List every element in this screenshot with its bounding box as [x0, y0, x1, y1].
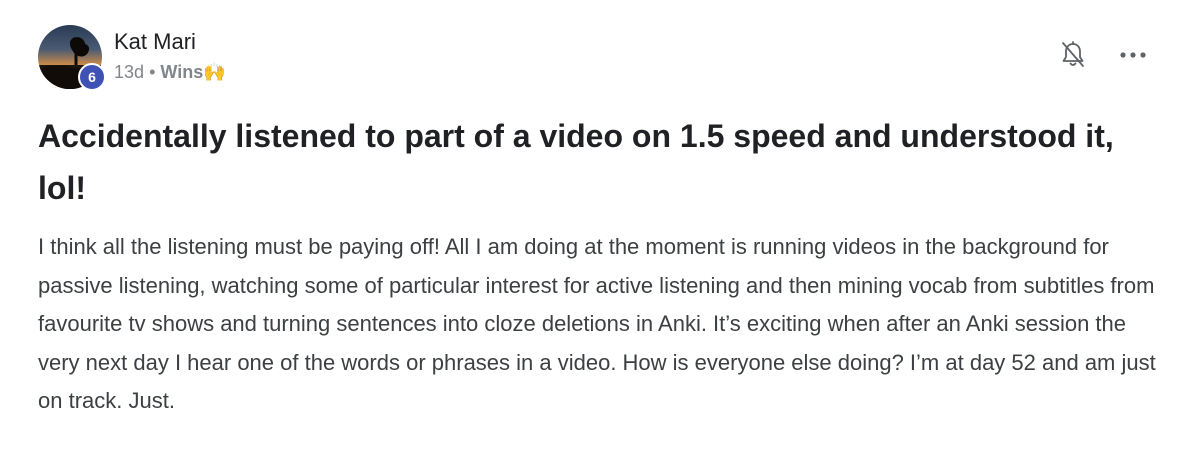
more-options-button[interactable] — [1118, 40, 1148, 70]
author-name[interactable]: Kat Mari — [114, 27, 226, 57]
post-header: 6 Kat Mari 13d • Wins🙌 — [38, 25, 226, 91]
more-horizontal-icon — [1120, 52, 1146, 58]
post-meta: Kat Mari 13d • Wins🙌 — [114, 25, 226, 85]
post-title[interactable]: Accidentally listened to part of a video… — [38, 110, 1163, 214]
level-badge: 6 — [78, 63, 106, 91]
meta-separator: • — [149, 62, 156, 82]
post-subline: 13d • Wins🙌 — [114, 59, 226, 85]
avatar-container[interactable]: 6 — [38, 25, 106, 91]
post-card: 6 Kat Mari 13d • Wins🙌 Accidentally list… — [0, 0, 1200, 454]
bell-off-icon — [1062, 41, 1084, 67]
category-link[interactable]: Wins🙌 — [160, 62, 225, 82]
notification-toggle-button[interactable] — [1058, 40, 1088, 70]
post-actions — [1028, 40, 1148, 70]
post-time[interactable]: 13d — [114, 62, 144, 82]
post-body: I think all the listening must be paying… — [38, 234, 1156, 413]
